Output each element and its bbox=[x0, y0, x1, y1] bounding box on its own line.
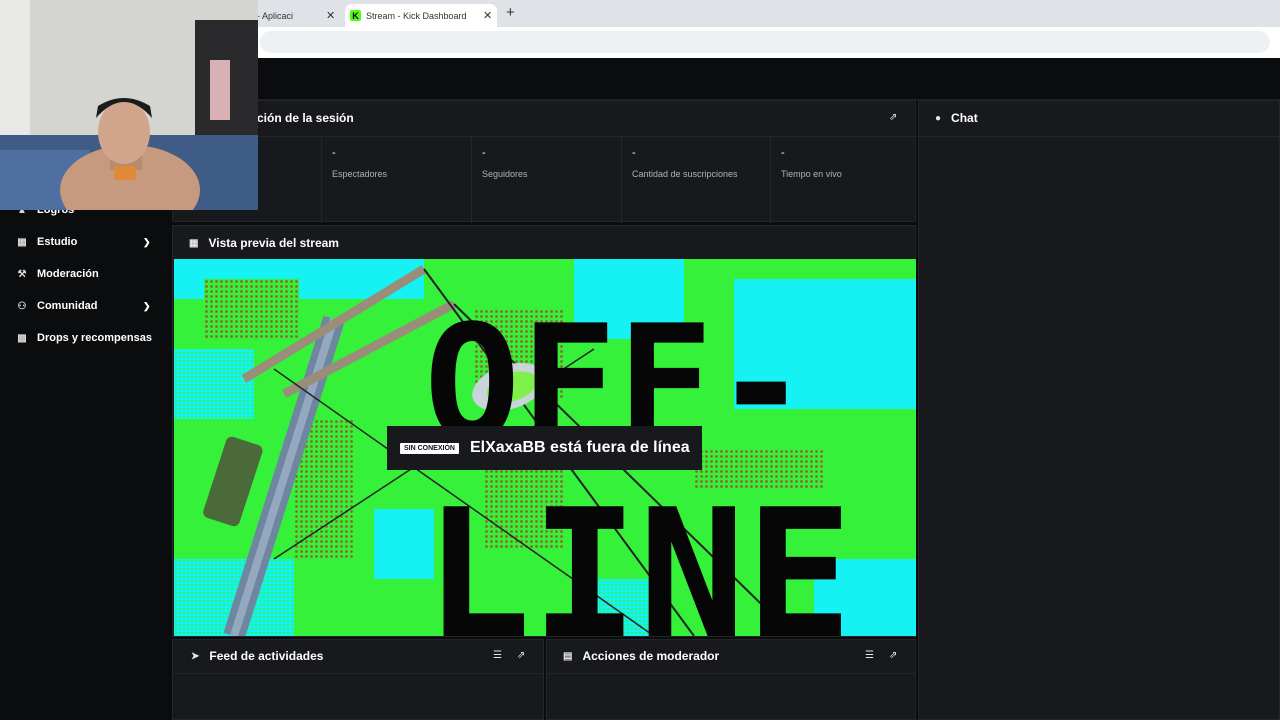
chat-panel-title: ● Chat bbox=[935, 111, 978, 125]
document-icon: ▤ bbox=[563, 650, 573, 662]
drops-icon: ▩ bbox=[17, 332, 27, 344]
session-panel-title: ción de la sesión bbox=[257, 111, 354, 125]
stat-label: Espectadores bbox=[332, 169, 388, 179]
moderator-actions-panel: ▤ Acciones de moderador ☰ ⇗ bbox=[546, 639, 916, 720]
stat-value: - bbox=[781, 147, 785, 159]
divider bbox=[173, 673, 543, 674]
close-tab-icon[interactable]: ✕ bbox=[326, 9, 335, 22]
stat-value: - bbox=[482, 147, 486, 159]
moderator-title-text: Acciones de moderador bbox=[582, 649, 720, 663]
filter-icon[interactable]: ☰ bbox=[493, 650, 502, 661]
close-tab-icon[interactable]: ✕ bbox=[483, 9, 492, 22]
divider bbox=[547, 673, 915, 674]
chevron-down-icon[interactable]: ❯ bbox=[143, 301, 151, 312]
stat-value: - bbox=[332, 147, 336, 159]
tab-title: Stream - Kick Dashboard bbox=[366, 10, 467, 21]
stat-label: Cantidad de suscripciones bbox=[632, 169, 738, 179]
webcam-overlay bbox=[0, 0, 258, 210]
sidebar-item-estudio[interactable]: ▦ Estudio ❯ bbox=[15, 236, 150, 248]
bolt-icon: ➤ bbox=[191, 650, 200, 662]
activity-feed-panel: ➤ Feed de actividades ☰ ⇗ bbox=[172, 639, 544, 720]
stat-label: Seguidores bbox=[482, 169, 528, 179]
sidebar-item-label: Moderación bbox=[37, 268, 99, 280]
community-icon: ⚇ bbox=[17, 300, 27, 312]
chat-bubble-icon: ● bbox=[935, 112, 942, 124]
preview-panel-title: ▦ Vista previa del stream bbox=[189, 236, 339, 250]
webcam-feed-image bbox=[0, 0, 258, 210]
sidebar-item-drops[interactable]: ▩ Drops y recompensas bbox=[15, 332, 152, 344]
stat-viewers: - Espectadores bbox=[321, 137, 471, 223]
new-tab-button[interactable]: + bbox=[506, 4, 515, 21]
chat-title-text: Chat bbox=[951, 111, 978, 125]
moderator-panel-title: ▤ Acciones de moderador bbox=[563, 649, 719, 663]
sidebar-item-label: Drops y recompensas bbox=[37, 332, 152, 344]
feed-panel-title: ➤ Feed de actividades bbox=[191, 649, 323, 663]
stat-value: - bbox=[632, 147, 636, 159]
chevron-down-icon[interactable]: ❯ bbox=[143, 237, 151, 248]
stat-label: Tiempo en vivo bbox=[781, 169, 842, 179]
kick-favicon-icon: K bbox=[350, 10, 361, 21]
popout-icon[interactable]: ⇗ bbox=[889, 650, 897, 661]
popout-icon[interactable]: ⇗ bbox=[517, 650, 525, 661]
filter-icon[interactable]: ☰ bbox=[865, 650, 874, 661]
stat-subscriptions: - Cantidad de suscripciones bbox=[621, 137, 771, 223]
sidebar-item-label: Estudio bbox=[37, 236, 78, 248]
offline-banner: SIN CONEXIÓN ElXaxaBB está fuera de líne… bbox=[387, 426, 702, 470]
sidebar-item-label: Comunidad bbox=[37, 300, 98, 312]
url-input[interactable] bbox=[260, 31, 1270, 53]
feed-title-text: Feed de actividades bbox=[209, 649, 324, 663]
studio-icon: ▦ bbox=[17, 236, 27, 248]
offline-badge: SIN CONEXIÓN bbox=[400, 442, 459, 454]
offline-art-text-bottom: LINE bbox=[424, 471, 853, 636]
sidebar-item-comunidad[interactable]: ⚇ Comunidad ❯ bbox=[15, 300, 151, 312]
session-info-panel: ción de la sesión ⇗ - Espectadores - Seg… bbox=[172, 100, 917, 223]
wrench-icon: ⚒ bbox=[17, 268, 27, 280]
stat-followers: - Seguidores bbox=[471, 137, 621, 223]
offline-message: ElXaxaBB está fuera de línea bbox=[469, 439, 690, 456]
preview-icon: ▦ bbox=[189, 237, 199, 249]
divider bbox=[919, 136, 1280, 137]
sidebar-item-moderacion[interactable]: ⚒ Moderación bbox=[15, 268, 99, 280]
browser-tab-kick-dashboard[interactable]: K Stream - Kick Dashboard ✕ bbox=[345, 4, 497, 27]
chat-panel: ● Chat bbox=[918, 100, 1280, 720]
stat-live-time: - Tiempo en vivo bbox=[770, 137, 916, 223]
preview-title-text: Vista previa del stream bbox=[208, 236, 339, 250]
popout-icon[interactable]: ⇗ bbox=[889, 112, 897, 123]
